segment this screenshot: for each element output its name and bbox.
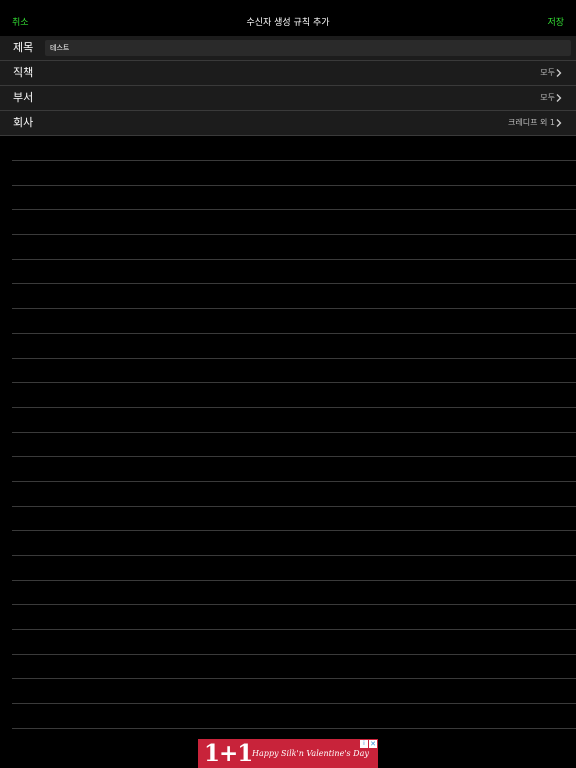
separator — [12, 604, 576, 606]
separator — [12, 653, 576, 655]
ad-text: Happy Silk'n Valentine's Day — [252, 749, 369, 758]
separator — [12, 505, 576, 507]
title-row: 제목 — [0, 36, 576, 61]
department-value: 모두 — [540, 93, 555, 102]
title-label: 제목 — [13, 41, 34, 54]
title-input[interactable] — [45, 40, 571, 56]
company-value: 크레디프 외 1 — [508, 118, 555, 127]
chevron-right-icon — [556, 119, 562, 127]
department-row[interactable]: 부서 모두 — [0, 86, 576, 111]
ad-close-icon[interactable]: ✕ — [369, 740, 377, 748]
department-label: 부서 — [13, 91, 34, 104]
chevron-right-icon — [556, 94, 562, 102]
separator — [12, 234, 576, 236]
empty-table-separators — [12, 160, 576, 753]
separator — [12, 555, 576, 556]
company-label: 회사 — [13, 116, 34, 129]
ad-banner[interactable]: 1+1 Happy Silk'n Valentine's Day i ✕ — [198, 739, 378, 768]
position-value: 모두 — [540, 68, 555, 77]
company-row[interactable]: 회사 크레디프 외 1 — [0, 111, 576, 136]
separator — [12, 703, 576, 705]
ad-info-icon[interactable]: i — [360, 740, 368, 748]
separator — [12, 678, 576, 680]
separator — [12, 456, 576, 458]
separator — [12, 530, 576, 532]
position-row[interactable]: 직책 모두 — [0, 61, 576, 86]
separator — [12, 258, 576, 260]
page-title: 수신자 생성 규칙 추가 — [246, 18, 330, 28]
separator — [12, 480, 576, 482]
separator — [12, 727, 576, 729]
separator — [12, 332, 576, 334]
separator — [12, 160, 576, 161]
position-label: 직책 — [13, 66, 34, 79]
separator — [12, 357, 576, 359]
separator — [12, 382, 576, 384]
separator — [12, 579, 576, 581]
rule-form: 제목 직책 모두 부서 모두 회사 크레디프 외 1 — [0, 36, 576, 136]
save-button[interactable]: 저장 — [547, 17, 564, 29]
separator — [12, 406, 576, 408]
ad-headline: 1+1 — [204, 740, 253, 767]
separator — [12, 283, 576, 285]
separator — [12, 184, 576, 186]
separator — [12, 308, 576, 310]
separator — [12, 209, 576, 211]
navigation-bar: 취소 수신자 생성 규칙 추가 저장 — [0, 0, 576, 36]
separator — [12, 431, 576, 433]
separator — [12, 629, 576, 631]
chevron-right-icon — [556, 69, 562, 77]
